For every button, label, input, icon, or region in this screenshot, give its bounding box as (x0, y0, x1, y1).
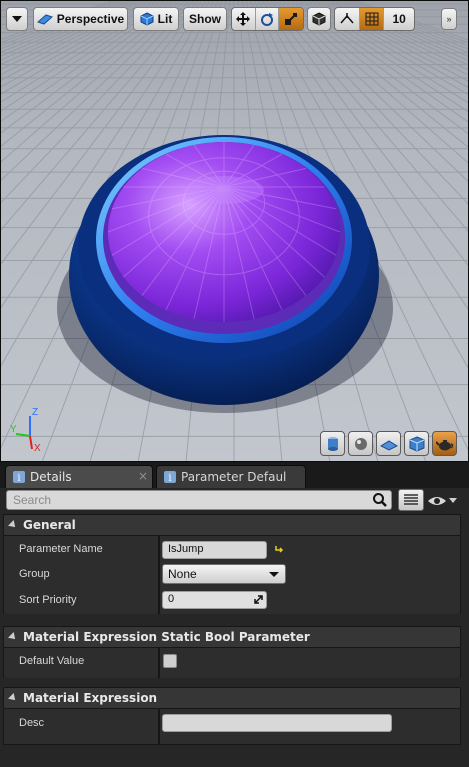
view-options-button[interactable] (427, 492, 459, 510)
parameter-name-field[interactable]: IsJump (162, 541, 267, 559)
move-arrows-icon (236, 12, 251, 26)
info-icon: i (13, 471, 25, 483)
category-material-expression-body: Desc (3, 709, 461, 745)
transform-tools-group (231, 7, 304, 31)
toolbar-overflow-button[interactable]: » (441, 8, 457, 30)
grid-snap-button[interactable] (359, 8, 385, 30)
search-icon[interactable] (372, 492, 388, 508)
cube-icon (409, 435, 424, 452)
default-value-checkbox[interactable] (163, 654, 177, 668)
property-matrix-button[interactable] (398, 489, 424, 511)
surface-snap-icon (340, 13, 354, 24)
lit-label: Lit (157, 12, 173, 26)
perspective-label: Perspective (56, 12, 125, 26)
axis-y-label: Y (10, 424, 17, 435)
details-panel: i Details × i Parameter Defaults General… (0, 462, 469, 767)
category-static-bool-header[interactable]: Material Expression Static Bool Paramete… (3, 626, 461, 648)
lit-view-mode-button[interactable]: Lit (133, 7, 179, 31)
tab-close-icon[interactable]: × (138, 469, 148, 483)
cylinder-icon (327, 436, 338, 451)
collapse-arrow-icon (8, 520, 18, 530)
surface-snap-button[interactable] (335, 8, 360, 30)
tab-details[interactable]: i Details × (5, 465, 153, 488)
preview-teapot-button[interactable] (432, 431, 457, 456)
show-label: Show (189, 12, 221, 26)
grid-icon (365, 12, 379, 26)
preview-cylinder-button[interactable] (320, 431, 345, 456)
desc-label: Desc (19, 717, 45, 729)
tab-details-label: Details (30, 470, 72, 484)
default-value-label: Default Value (19, 655, 85, 667)
floor-grid (0, 0, 469, 462)
group-selected-value: None (168, 567, 197, 581)
group-dropdown[interactable]: None (162, 564, 286, 584)
teapot-icon (435, 439, 453, 450)
plane-icon (379, 439, 398, 451)
world-local-toggle-button[interactable] (307, 7, 331, 31)
group-label: Group (19, 568, 50, 580)
translate-tool-button[interactable] (232, 8, 256, 30)
eye-icon (428, 497, 446, 505)
search-box (6, 490, 392, 510)
camera-speed-value: 10 (392, 12, 406, 26)
category-material-expression-header[interactable]: Material Expression (3, 687, 461, 709)
viewport-options-dropdown[interactable] (6, 7, 28, 31)
world-cube-icon (312, 12, 326, 26)
collapse-arrow-icon (8, 632, 18, 642)
chevron-down-icon (269, 572, 279, 577)
info-icon: i (164, 471, 176, 483)
rotate-icon (261, 13, 274, 26)
grid-size-dropdown[interactable]: 10 (384, 8, 414, 30)
svg-text:i: i (17, 473, 20, 483)
scale-tool-button[interactable] (279, 8, 303, 30)
preview-sphere-button[interactable] (348, 431, 373, 456)
desc-field[interactable] (162, 714, 392, 732)
category-static-bool-body: Default Value (3, 648, 461, 678)
category-general-header[interactable]: General (3, 514, 461, 536)
perspective-view-button[interactable]: Perspective (33, 7, 128, 31)
sort-priority-label: Sort Priority (19, 594, 77, 606)
category-static-bool-title: Material Expression Static Bool Paramete… (23, 630, 310, 644)
material-preview-viewport[interactable]: Perspective Lit Show 10 » Z Y X (0, 0, 469, 462)
tab-parameter-defaults-label: Parameter Defaults (181, 470, 286, 484)
tab-parameter-defaults[interactable]: i Parameter Defaults (156, 465, 306, 488)
lit-cube-icon (140, 12, 154, 26)
sort-priority-field[interactable]: 0 (162, 591, 267, 609)
preview-cube-button[interactable] (404, 431, 429, 456)
scale-icon (285, 13, 298, 25)
sort-priority-value: 0 (168, 593, 175, 605)
sphere-icon (354, 437, 367, 450)
chevron-down-icon (449, 498, 457, 503)
axis-z-label: Z (32, 407, 39, 418)
category-general-body: Parameter Name IsJump Group None Sort Pr… (3, 536, 461, 614)
chevron-down-icon (12, 16, 22, 22)
snap-tools-group: 10 (334, 7, 415, 31)
category-general-title: General (23, 518, 76, 532)
preview-plane-button[interactable] (376, 431, 401, 456)
details-content: General Parameter Name IsJump Group None… (0, 488, 469, 767)
column-splitter[interactable] (158, 536, 160, 614)
collapse-arrow-icon (8, 693, 18, 703)
show-flags-button[interactable]: Show (183, 7, 227, 31)
column-splitter[interactable] (158, 648, 160, 678)
axis-x-label: X (34, 443, 41, 454)
list-view-icon (404, 494, 418, 505)
column-splitter[interactable] (158, 709, 160, 744)
chevron-right-icon: » (446, 14, 452, 24)
svg-text:i: i (168, 473, 171, 483)
perspective-icon (36, 14, 53, 25)
drag-spinner-icon (254, 595, 263, 604)
search-input[interactable] (7, 491, 367, 509)
rotate-tool-button[interactable] (256, 8, 280, 30)
reset-to-default-icon[interactable] (274, 544, 284, 554)
category-material-expression-title: Material Expression (23, 691, 158, 705)
parameter-name-label: Parameter Name (19, 543, 103, 555)
